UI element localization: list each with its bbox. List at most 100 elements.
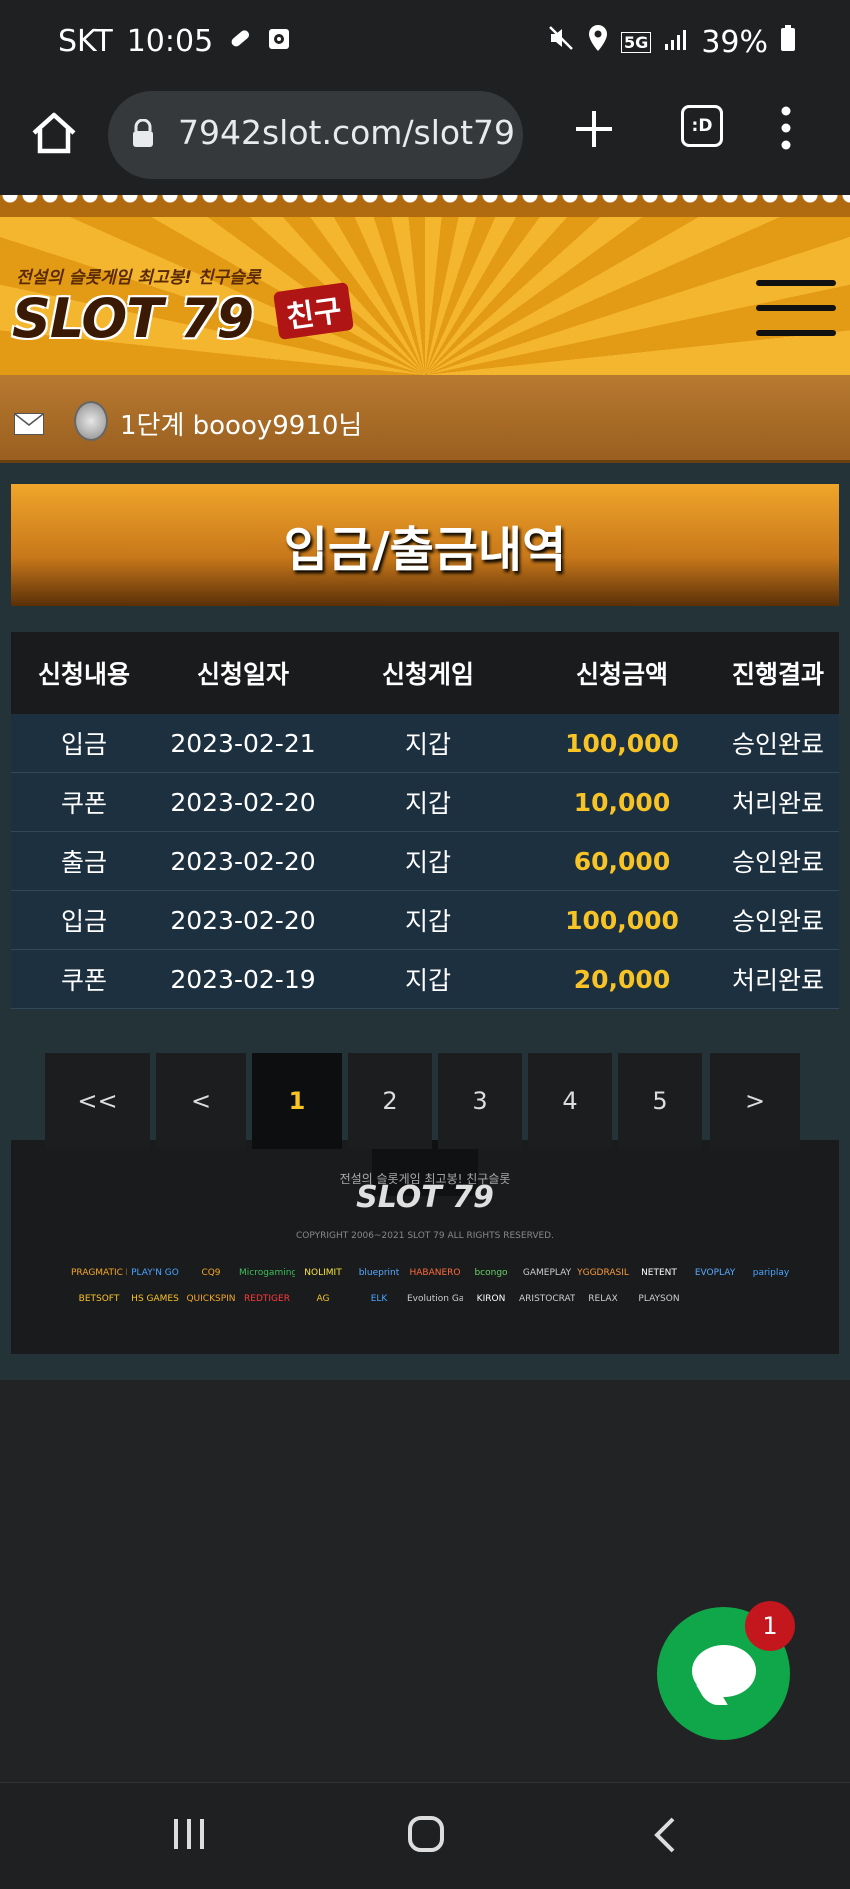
cell-result: 승인완료: [731, 907, 824, 936]
cell-amount: 10,000: [573, 787, 671, 817]
page-title-panel: 입금/출금내역: [11, 484, 839, 606]
provider-logo: PRAGMATIC PLAY: [71, 1268, 127, 1278]
level-medal-icon: [74, 401, 108, 441]
provider-logo: RELAX: [588, 1294, 618, 1304]
site-footer: 전설의 슬롯게임 최고봉! 친구슬롯 SLOT 79 COPYRIGHT 200…: [11, 1140, 839, 1354]
provider-logo: ARISTOCRAT: [519, 1294, 575, 1304]
cell-type: 입금: [60, 907, 107, 936]
header-type: 신청내용: [37, 660, 130, 689]
cell-type: 쿠폰: [60, 789, 107, 818]
system-nav-bar: [0, 1782, 850, 1889]
cell-amount: 100,000: [565, 905, 679, 935]
provider-logo: NETENT: [641, 1268, 677, 1278]
site-header: 전설의 슬롯게임 최고봉! 친구슬롯 SLOT 79 친구: [0, 195, 850, 375]
provider-logo: PLAYSON: [638, 1294, 680, 1304]
back-nav-icon[interactable]: [651, 1813, 679, 1857]
table-row: 출금 2023-02-20 지갑 60,000 승인완료: [11, 832, 839, 891]
cell-type: 출금: [60, 848, 107, 877]
signal-icon: [663, 25, 689, 60]
tab-switcher-button[interactable]: :D: [681, 105, 723, 147]
cell-date: 2023-02-20: [170, 905, 316, 935]
page-first-button[interactable]: <<: [45, 1053, 150, 1149]
provider-logo: blueprint: [358, 1268, 400, 1278]
table-row: 입금 2023-02-20 지갑 100,000 승인완료: [11, 891, 839, 950]
page-button-3[interactable]: 3: [438, 1053, 522, 1149]
page-next-button[interactable]: >: [710, 1053, 800, 1149]
cell-result: 처리완료: [731, 789, 824, 818]
provider-logo: EVOPLAY: [694, 1268, 736, 1278]
provider-logo: KIRON: [476, 1294, 506, 1304]
chat-button[interactable]: 1: [657, 1601, 795, 1740]
table-row: 쿠폰 2023-02-20 지갑 10,000 처리완료: [11, 773, 839, 832]
cell-result: 승인완료: [731, 848, 824, 877]
page-button-1[interactable]: 1: [252, 1053, 342, 1149]
provider-logo: REDTIGER: [244, 1294, 290, 1304]
mute-icon: [547, 24, 575, 60]
network-label: 5G: [621, 31, 652, 53]
recent-apps-icon[interactable]: [171, 1813, 207, 1857]
cell-game: 지갑: [404, 848, 451, 877]
chat-notification-badge: 1: [745, 1601, 795, 1651]
header-result: 진행결과: [731, 660, 824, 689]
header-amount: 신청금액: [575, 660, 668, 689]
user-level-name: 1단계 boooy9910님: [120, 411, 363, 441]
logo-badge: 친구: [273, 282, 355, 340]
provider-logo: pariplay: [752, 1268, 790, 1278]
table-row: 입금 2023-02-21 지갑 100,000 승인완료: [11, 714, 839, 773]
provider-logo: CQ9: [201, 1268, 221, 1278]
battery-icon: [780, 24, 796, 60]
location-icon: [587, 24, 609, 60]
cell-date: 2023-02-19: [170, 964, 316, 994]
more-menu-icon[interactable]: [776, 103, 796, 153]
address-bar[interactable]: 7942slot.com/slot79: [108, 91, 523, 179]
header-scallop-border: [0, 195, 850, 217]
provider-logo: GAMEPLAY: [522, 1268, 572, 1278]
header-game: 신청게임: [381, 660, 474, 689]
provider-logo: Microgaming: [239, 1268, 295, 1278]
hamburger-menu-icon[interactable]: [756, 280, 836, 336]
home-nav-icon[interactable]: [406, 1813, 446, 1857]
page-button-2[interactable]: 2: [348, 1053, 432, 1149]
page-prev-button[interactable]: <: [156, 1053, 246, 1149]
page-button-5[interactable]: 5: [618, 1053, 702, 1149]
browser-toolbar: 7942slot.com/slot79 :D: [0, 85, 850, 195]
cell-amount: 60,000: [573, 846, 671, 876]
page-button-4[interactable]: 4: [528, 1053, 612, 1149]
table-row: 쿠폰 2023-02-19 지갑 20,000 처리완료: [11, 950, 839, 1009]
provider-logo: ELK: [370, 1294, 388, 1304]
cell-date: 2023-02-20: [170, 787, 316, 817]
provider-logo: HABANERO: [409, 1268, 461, 1278]
provider-logo: PLAY'N GO: [131, 1268, 179, 1278]
battery-label: 39%: [701, 24, 768, 60]
provider-logo: YGGDRASIL: [577, 1268, 629, 1278]
provider-logo: NOLIMIT: [304, 1268, 342, 1278]
status-bar: SKT 10:05 5G 39%: [0, 0, 850, 85]
history-table: 신청내용 신청일자 신청게임 신청금액 진행결과 입금 2023-02-21 지…: [11, 632, 839, 1009]
home-icon[interactable]: [28, 107, 80, 159]
site-logo[interactable]: SLOT 79: [12, 287, 254, 350]
footer-copyright: COPYRIGHT 2006~2021 SLOT 79 ALL RIGHTS R…: [296, 1231, 554, 1241]
page-title: 입금/출금내역: [283, 522, 567, 578]
provider-logo: bcongo: [474, 1268, 508, 1278]
lock-icon: [130, 118, 156, 153]
cell-date: 2023-02-20: [170, 846, 316, 876]
mail-icon[interactable]: [14, 413, 44, 435]
site-content: 전설의 슬롯게임 최고봉! 친구슬롯 SLOT 79 친구 1단계 boooy9…: [0, 195, 850, 1380]
pill-icon: [227, 24, 253, 59]
cell-game: 지갑: [404, 907, 451, 936]
provider-logos: PRAGMATIC PLAY PLAY'N GO CQ9 Microgaming…: [71, 1260, 801, 1312]
pagination: << < 1 2 3 4 5 >: [45, 1053, 806, 1149]
carrier-label: SKT: [58, 24, 113, 59]
cell-type: 쿠폰: [60, 966, 107, 995]
provider-logo: HS GAMES: [131, 1294, 179, 1304]
footer-logo: SLOT 79: [356, 1180, 494, 1215]
provider-logo: AG: [316, 1294, 330, 1304]
new-tab-icon[interactable]: [572, 107, 616, 151]
table-header: 신청내용 신청일자 신청게임 신청금액 진행결과: [11, 632, 839, 714]
cell-result: 승인완료: [731, 730, 824, 759]
cell-game: 지갑: [404, 789, 451, 818]
cell-type: 입금: [60, 730, 107, 759]
site-slogan: 전설의 슬롯게임 최고봉! 친구슬롯: [16, 268, 261, 288]
provider-logo: BETSOFT: [78, 1294, 120, 1304]
time-label: 10:05: [126, 24, 214, 59]
